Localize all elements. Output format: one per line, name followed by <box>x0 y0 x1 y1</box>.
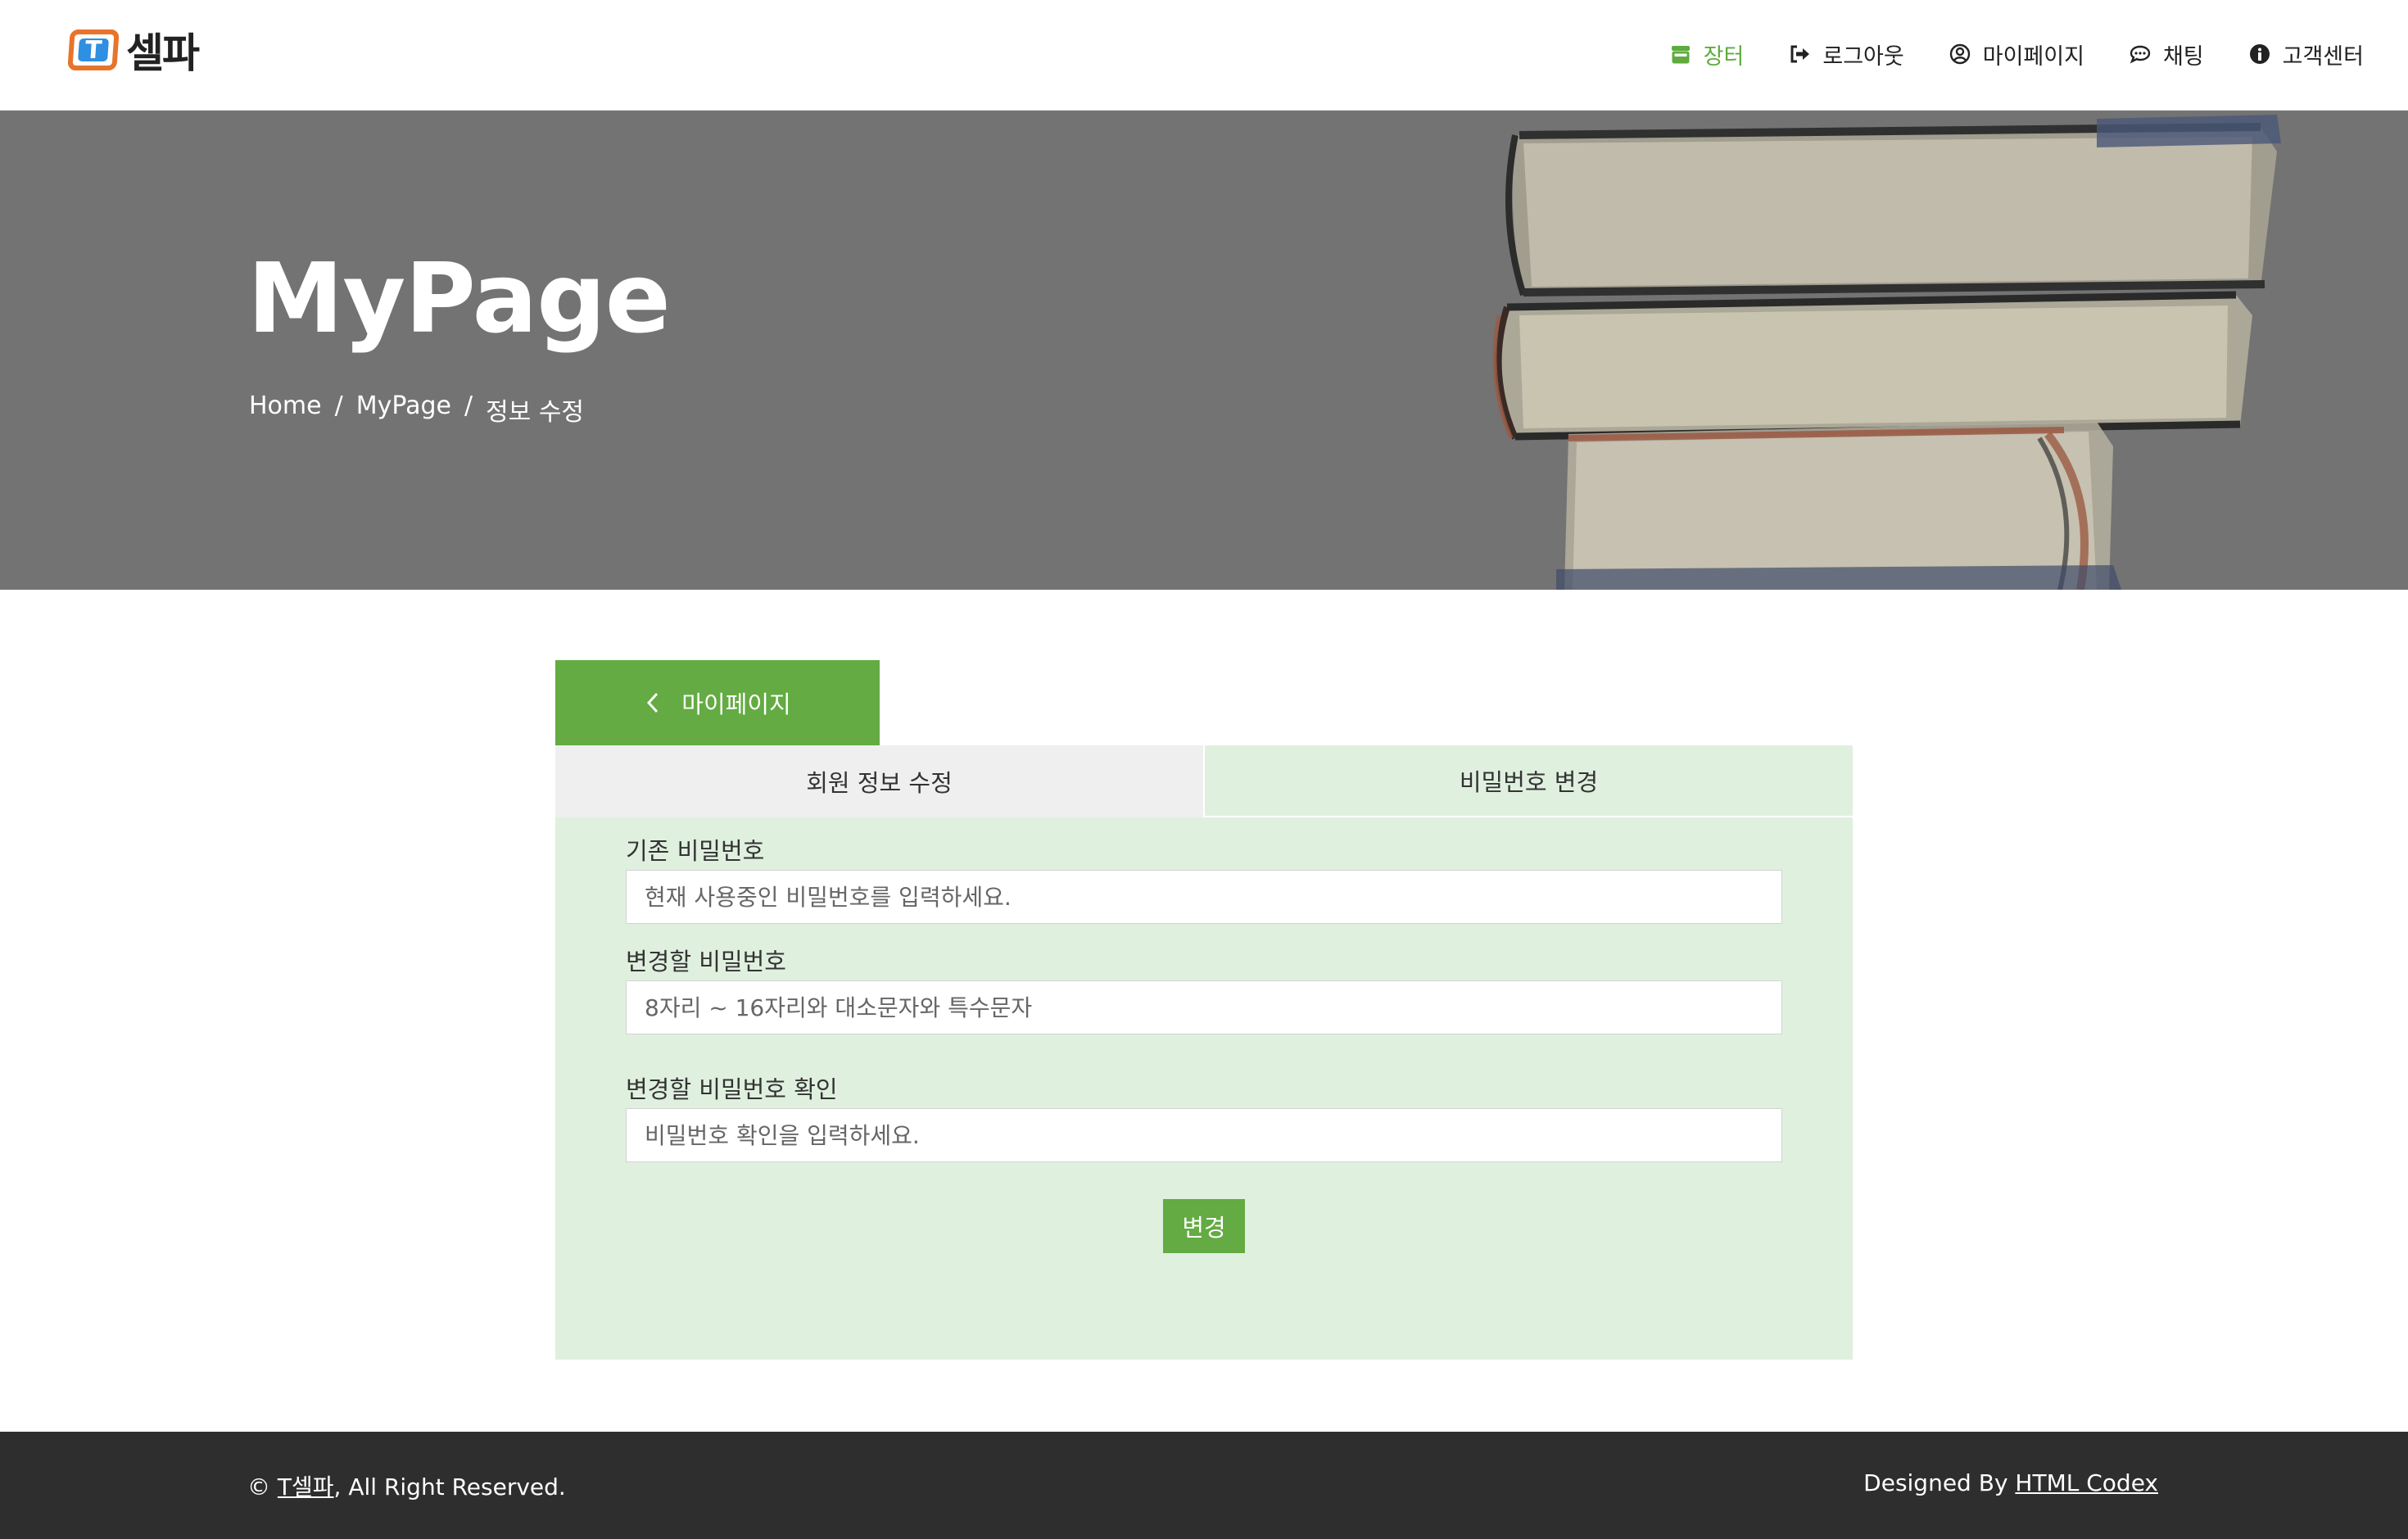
confirm-password-label: 변경할 비밀번호 확인 <box>626 1075 838 1103</box>
designed-by-text: Designed By <box>1863 1469 2008 1496</box>
change-password-form: 기존 비밀번호 변경할 비밀번호 변경할 비밀번호 확인 변경 <box>555 817 1853 1360</box>
info-circle-icon <box>2249 44 2270 64</box>
breadcrumb-home-link[interactable]: Home <box>249 392 322 428</box>
tab-edit-profile[interactable]: 회원 정보 수정 <box>555 745 1205 817</box>
copyright-symbol: © <box>247 1473 270 1501</box>
back-to-mypage-button[interactable]: 마이페이지 <box>555 660 880 745</box>
nav-item-market[interactable]: 장터 <box>1669 38 1745 70</box>
nav-item-label: 장터 <box>1703 43 1745 70</box>
confirm-password-input[interactable] <box>626 1108 1782 1162</box>
footer-brand-link[interactable]: T셀파 <box>278 1473 334 1501</box>
back-button-label: 마이페이지 <box>681 690 791 718</box>
tab-change-password[interactable]: 비밀번호 변경 <box>1205 745 1853 817</box>
page-title: MyPage <box>247 242 671 355</box>
breadcrumb: Home / MyPage / 정보 수정 <box>249 392 584 428</box>
brand-logo[interactable]: T 셀파 <box>67 25 200 77</box>
footer-credit: Designed By HTML Codex <box>1863 1469 2158 1496</box>
chat-bubble-icon <box>2130 45 2151 64</box>
chevron-left-icon <box>647 692 659 713</box>
navbar: T 셀파 장터 로그아웃 마이페이지 채팅 고객센터 <box>0 0 2408 111</box>
sign-out-icon <box>1790 45 1810 63</box>
nav-item-logout[interactable]: 로그아웃 <box>1788 38 1904 70</box>
copyright-text: , All Right Reserved. <box>333 1473 566 1501</box>
store-icon <box>1671 46 1690 64</box>
new-password-input[interactable] <box>626 980 1782 1034</box>
footer: © T셀파, All Right Reserved. Designed By H… <box>0 1432 2408 1539</box>
nav-item-label: 로그아웃 <box>1822 43 1904 70</box>
html-codex-link[interactable]: HTML Codex <box>2015 1469 2158 1496</box>
nav-item-support[interactable]: 고객센터 <box>2248 38 2364 70</box>
breadcrumb-separator: / <box>334 392 343 420</box>
page-header-hero: MyPage Home / MyPage / 정보 수정 <box>0 111 2408 590</box>
logo-mark-icon: T <box>67 29 120 70</box>
nav-item-label: 채팅 <box>2162 43 2204 70</box>
new-password-label: 변경할 비밀번호 <box>626 948 786 975</box>
current-password-input[interactable] <box>626 870 1782 924</box>
brand-name: 셀파 <box>126 29 200 77</box>
nav-item-label: 마이페이지 <box>1982 43 2084 70</box>
nav-item-chat[interactable]: 채팅 <box>2129 38 2204 70</box>
breadcrumb-separator: / <box>464 392 473 420</box>
nav-item-label: 고객센터 <box>2282 43 2364 70</box>
nav-menu: 장터 로그아웃 마이페이지 채팅 고객센터 <box>1669 36 2364 72</box>
settings-tabs: 회원 정보 수정 비밀번호 변경 <box>555 745 1853 817</box>
current-password-label: 기존 비밀번호 <box>626 837 765 865</box>
books-background-image <box>1492 115 2281 590</box>
user-circle-icon <box>1949 43 1970 65</box>
nav-item-mypage[interactable]: 마이페이지 <box>1949 38 2084 70</box>
breadcrumb-current: 정보 수정 <box>486 398 585 427</box>
footer-copyright: © T셀파, All Right Reserved. <box>247 1469 566 1502</box>
breadcrumb-mypage-link[interactable]: MyPage <box>356 392 451 428</box>
change-password-submit-button[interactable]: 변경 <box>1163 1199 1245 1253</box>
logo-letter: T <box>84 35 103 65</box>
